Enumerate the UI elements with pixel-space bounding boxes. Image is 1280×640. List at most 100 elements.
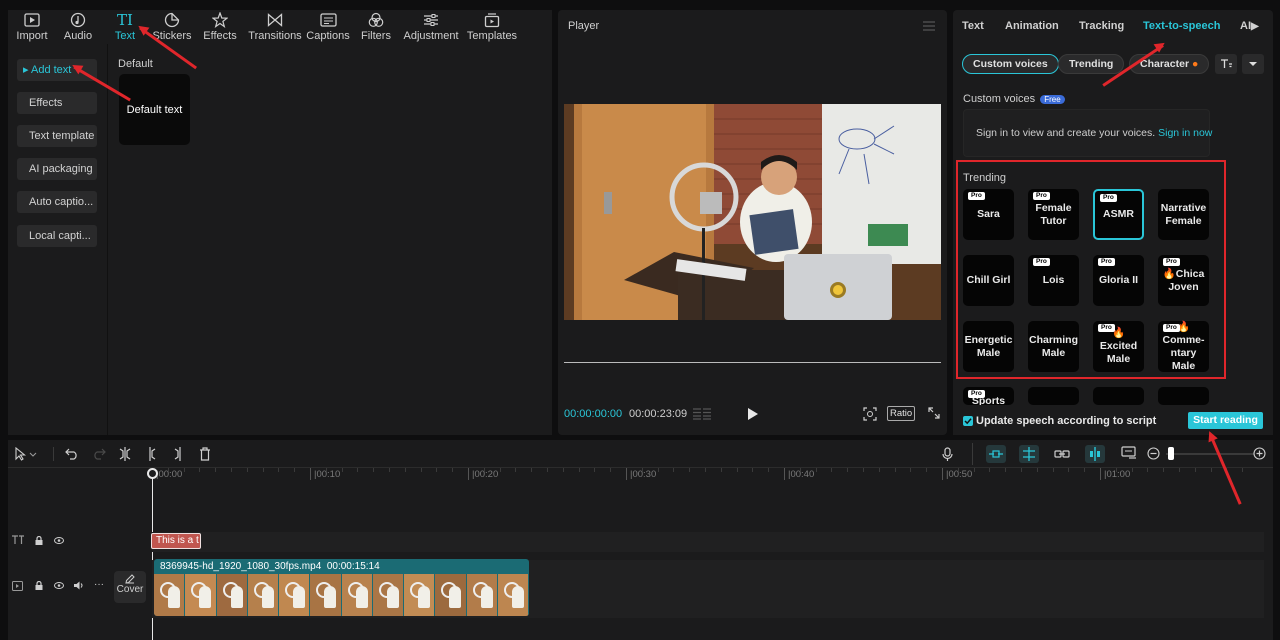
voice-card-partial[interactable] bbox=[1028, 387, 1079, 405]
text-track-lock-icon[interactable] bbox=[35, 536, 43, 545]
tool-adjustment[interactable]: Adjustment bbox=[402, 12, 460, 44]
captions-preview-icon[interactable] bbox=[1121, 446, 1137, 460]
playhead-handle[interactable] bbox=[147, 468, 158, 479]
voice-card-partial[interactable] bbox=[1093, 387, 1144, 405]
ruler-minor-tick bbox=[910, 468, 912, 472]
zoom-slider[interactable] bbox=[1166, 453, 1254, 455]
tool-import[interactable]: Import bbox=[10, 12, 54, 44]
preview-axis-icon[interactable] bbox=[1085, 445, 1105, 463]
nav-effects[interactable]: Effects bbox=[17, 92, 97, 114]
microphone-icon[interactable] bbox=[942, 447, 953, 462]
magnet-main-track-icon[interactable] bbox=[986, 445, 1006, 463]
ruler-tick bbox=[468, 468, 469, 480]
video-track-lock-icon[interactable] bbox=[35, 581, 43, 590]
nav-text-template[interactable]: Text template bbox=[17, 125, 97, 147]
time-ruler[interactable]: |00:00 |00:10 |00:20 |00:30 |00:40 |00:50 |01:… bbox=[152, 468, 1273, 488]
fullscreen-icon[interactable] bbox=[928, 407, 940, 419]
select-cursor-icon[interactable] bbox=[15, 447, 37, 461]
nav-add-text[interactable]: ▸ Add text bbox=[17, 59, 97, 81]
ruler-minor-tick bbox=[736, 468, 738, 472]
ruler-minor-tick bbox=[483, 468, 485, 472]
auto-snap-icon[interactable] bbox=[1019, 445, 1039, 463]
default-text-tile[interactable]: Default text bbox=[119, 74, 190, 145]
templates-icon bbox=[483, 12, 501, 28]
ruler-minor-tick bbox=[894, 468, 896, 472]
zoom-out-icon[interactable] bbox=[1147, 447, 1160, 460]
voice-card-partial[interactable] bbox=[1158, 387, 1209, 405]
tool-effects-label: Effects bbox=[203, 30, 237, 42]
player-menu-icon[interactable] bbox=[923, 21, 935, 31]
tab-animation[interactable]: Animation bbox=[1005, 20, 1059, 32]
video-track-eye-icon[interactable] bbox=[54, 582, 64, 589]
tool-captions[interactable]: Captions bbox=[306, 12, 350, 44]
nav-ai-packaging[interactable]: AI packaging bbox=[17, 158, 97, 180]
thumbnail-person bbox=[168, 586, 180, 608]
tool-transitions[interactable]: Transitions bbox=[248, 12, 302, 44]
sign-in-link[interactable]: Sign in now bbox=[1158, 127, 1212, 139]
start-reading-button[interactable]: Start reading bbox=[1188, 412, 1263, 429]
video-thumbnail bbox=[497, 574, 529, 616]
toolbar-divider bbox=[53, 447, 54, 461]
fit-screen-icon[interactable] bbox=[863, 407, 877, 421]
timecode-list-icon[interactable] bbox=[693, 408, 711, 420]
sign-in-text: Sign in to view and create your voices. bbox=[976, 127, 1156, 139]
video-clip[interactable]: 8369945-hd_1920_1080_30fps.mp4 00:00:15:… bbox=[154, 559, 529, 616]
tab-ai[interactable]: AI▶ bbox=[1240, 20, 1259, 32]
text-clip[interactable]: This is a t bbox=[151, 533, 201, 549]
video-thumbnail bbox=[404, 574, 436, 616]
tab-tracking[interactable]: Tracking bbox=[1079, 20, 1124, 32]
ruler-minor-tick bbox=[578, 468, 580, 472]
player-progress-line[interactable] bbox=[564, 362, 941, 363]
tool-effects[interactable]: Effects bbox=[200, 12, 240, 44]
redo-icon[interactable] bbox=[92, 447, 106, 460]
video-thumbnail bbox=[435, 574, 467, 616]
ruler-label: |00:10 bbox=[314, 469, 341, 480]
ruler-tick bbox=[942, 468, 943, 480]
ratio-button[interactable]: Ratio bbox=[887, 406, 916, 421]
thumbnail-person bbox=[261, 586, 274, 608]
pill-character-label: Character bbox=[1140, 58, 1190, 70]
stickers-icon bbox=[163, 12, 181, 28]
tool-audio[interactable]: Audio bbox=[58, 12, 98, 44]
ruler-minor-tick bbox=[815, 468, 817, 472]
nav-local-captions[interactable]: Local capti... bbox=[17, 225, 97, 247]
sort-filter-button[interactable] bbox=[1215, 54, 1237, 74]
ruler-minor-tick bbox=[515, 468, 517, 472]
tab-text-to-speech[interactable]: Text-to-speech bbox=[1143, 20, 1220, 32]
ruler-label: |00:00 bbox=[156, 469, 183, 480]
ruler-minor-tick bbox=[878, 468, 880, 472]
tool-templates[interactable]: Templates bbox=[466, 12, 518, 44]
thumbnail-person bbox=[386, 586, 399, 608]
thumbnail-person bbox=[324, 586, 337, 608]
play-icon[interactable] bbox=[748, 408, 758, 420]
video-track-more-icon[interactable]: ··· bbox=[94, 579, 104, 590]
ruler-tick bbox=[626, 468, 627, 480]
video-clip-filename: 8369945-hd_1920_1080_30fps.mp4 bbox=[160, 561, 322, 572]
delete-icon[interactable] bbox=[199, 447, 211, 461]
voice-card[interactable]: Pro Sports bbox=[963, 387, 1014, 405]
asset-toolbar: Import Audio TI Text Stickers Effects Tr… bbox=[8, 10, 552, 44]
player-panel: Player 00:00:00:00 00:00:23:09 Ratio bbox=[558, 10, 947, 435]
nav-auto-captions[interactable]: Auto captio... bbox=[17, 191, 97, 213]
undo-icon[interactable] bbox=[65, 447, 79, 460]
video-track-audio-icon[interactable] bbox=[74, 581, 84, 590]
link-icon[interactable] bbox=[1052, 445, 1072, 463]
pill-custom-voices[interactable]: Custom voices bbox=[962, 54, 1059, 74]
text-track-eye-icon[interactable] bbox=[54, 537, 64, 544]
tool-filters[interactable]: Filters bbox=[358, 12, 394, 44]
filter-dropdown-button[interactable] bbox=[1242, 54, 1264, 74]
transitions-icon bbox=[266, 12, 284, 28]
video-thumbnail bbox=[216, 574, 248, 616]
cover-button[interactable]: Cover bbox=[114, 571, 146, 603]
update-speech-option[interactable]: Update speech according to script bbox=[963, 415, 1156, 427]
update-speech-checkbox[interactable] bbox=[963, 416, 973, 426]
split-icon[interactable] bbox=[119, 447, 131, 461]
pill-trending[interactable]: Trending bbox=[1058, 54, 1125, 74]
zoom-in-icon[interactable] bbox=[1253, 447, 1266, 460]
tab-text[interactable]: Text bbox=[962, 20, 984, 32]
split-right-icon[interactable] bbox=[172, 447, 184, 461]
free-badge: Free bbox=[1040, 95, 1065, 104]
ruler-minor-tick bbox=[199, 468, 201, 472]
zoom-slider-handle[interactable] bbox=[1168, 447, 1174, 460]
split-left-icon[interactable] bbox=[146, 447, 158, 461]
